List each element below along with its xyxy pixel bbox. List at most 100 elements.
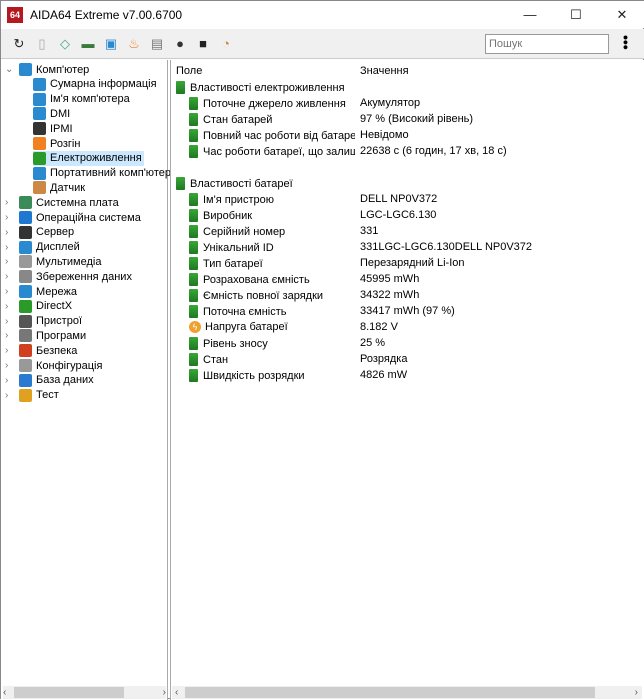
tree-group-10[interactable]: › Безпека — [5, 343, 77, 358]
more-menu-button[interactable]: ••• — [618, 35, 634, 50]
tree-item-7[interactable]: Датчик — [33, 180, 87, 195]
chevron-right-icon[interactable]: › — [5, 390, 15, 401]
chevron-right-icon[interactable]: › — [5, 330, 15, 341]
tree-item-label: Пристрої — [36, 315, 82, 328]
refresh-icon[interactable]: ↻ — [9, 34, 29, 54]
network-icon[interactable]: ▣ — [101, 34, 121, 54]
tree-group-4[interactable]: › Мультимедіа — [5, 254, 101, 269]
tree-group-3[interactable]: › Дисплей — [5, 240, 80, 255]
tree-item-computer[interactable]: ⌄ Комп'ютер — [5, 62, 89, 77]
field-name: Напруга батареї — [205, 321, 288, 333]
battery-icon — [189, 257, 198, 270]
column-header-field[interactable]: Поле — [176, 65, 202, 81]
column-header-value[interactable]: Значення — [360, 65, 409, 81]
tree-item-label: База даних — [36, 374, 94, 387]
tree-horizontal-scrollbar[interactable]: ‹ › — [3, 686, 166, 699]
chevron-down-icon[interactable]: ⌄ — [5, 64, 15, 75]
tree-item-4[interactable]: Розгін — [33, 136, 82, 151]
item-icon — [33, 122, 46, 136]
table-row[interactable]: Швидкість розрядки 4826 mW — [171, 369, 641, 385]
tree-group-13[interactable]: › Тест — [5, 388, 59, 403]
clipboard-icon[interactable]: ▤ — [147, 34, 167, 54]
field-value: 331 — [360, 225, 379, 237]
battery-icon — [189, 225, 198, 238]
tree-group-2[interactable]: › Сервер — [5, 225, 74, 240]
table-row[interactable]: Поточне джерело живлення Акумулятор — [171, 97, 641, 113]
battery-icon — [189, 193, 198, 206]
table-row[interactable]: Серійний номер 331 — [171, 225, 641, 241]
tree-group-1[interactable]: › Операційна система — [5, 210, 141, 225]
table-row[interactable]: Тип батареї Перезарядний Li-Ion — [171, 257, 641, 273]
chevron-right-icon[interactable]: › — [5, 301, 15, 312]
motherboard-icon[interactable]: ◇ — [55, 34, 75, 54]
minimize-button[interactable]: — — [507, 1, 553, 28]
tree-item-2[interactable]: DMI — [33, 106, 72, 121]
table-row[interactable]: ϟ Напруга батареї 8.182 V — [171, 321, 641, 337]
battery-icon — [189, 337, 198, 350]
tree-group-11[interactable]: › Конфігурація — [5, 358, 102, 373]
table-row[interactable]: Унікальний ID 331LGC-LGC6.130DELL NP0V372 — [171, 241, 641, 257]
tree-group-7[interactable]: › DirectX — [5, 299, 72, 314]
table-row[interactable]: Рівень зносу 25 % — [171, 337, 641, 353]
table-row[interactable]: Ємність повної зарядки 34322 mWh — [171, 289, 641, 305]
chevron-right-icon[interactable]: › — [5, 212, 15, 223]
chevron-right-icon[interactable]: › — [5, 360, 15, 371]
close-button[interactable]: ✕ — [599, 1, 644, 28]
tree-group-5[interactable]: › Збереження даних — [5, 269, 132, 284]
table-row[interactable]: Виробник LGC-LGC6.130 — [171, 209, 641, 225]
chevron-right-icon[interactable]: › — [5, 256, 15, 267]
field-value: 331LGC-LGC6.130DELL NP0V372 — [360, 241, 533, 253]
maximize-button[interactable]: ☐ — [553, 1, 599, 28]
table-row[interactable]: Час роботи батареї, що залиш... 22638 с (… — [171, 145, 641, 161]
tree-item-5[interactable]: Електроживлення — [33, 150, 144, 166]
chevron-right-icon[interactable]: › — [5, 316, 15, 327]
group-icon — [19, 196, 32, 210]
tree-item-1[interactable]: Ім'я комп'ютера — [33, 92, 132, 107]
report-icon[interactable]: ▯ — [32, 34, 52, 54]
tree-item-label: Датчик — [50, 181, 86, 194]
tree-item-label: Портативний комп'ютер — [50, 167, 171, 180]
tree-item-0[interactable]: Сумарна інформація — [33, 77, 159, 92]
osd-icon[interactable]: ■ — [193, 34, 213, 54]
field-value: 22638 с (6 годин, 17 хв, 18 с) — [360, 145, 507, 157]
tree-group-8[interactable]: › Пристрої — [5, 314, 82, 329]
tree-item-3[interactable]: IPMI — [33, 121, 75, 136]
tree-item-6[interactable]: Портативний комп'ютер — [33, 166, 173, 181]
field-value: Розрядка — [360, 353, 408, 365]
tree-group-0[interactable]: › Системна плата — [5, 195, 119, 210]
chevron-right-icon[interactable]: › — [5, 271, 15, 282]
gauge-icon[interactable]: ◔ — [216, 34, 236, 54]
section-title: Властивості електроживлення — [190, 81, 345, 94]
table-row[interactable]: Повний час роботи від батареї Невідомо — [171, 129, 641, 145]
window-title: AIDA64 Extreme v7.00.6700 — [30, 7, 183, 22]
battery-icon — [189, 273, 198, 286]
chevron-right-icon[interactable]: › — [5, 227, 15, 238]
search-input[interactable] — [485, 34, 609, 54]
tree-group-6[interactable]: › Мережа — [5, 284, 77, 299]
flame-icon[interactable]: ♨ — [124, 34, 144, 54]
group-icon — [19, 388, 32, 402]
table-row[interactable]: Стан Розрядка — [171, 353, 641, 369]
field-name: Ім'я пристрою — [203, 193, 274, 206]
table-row[interactable]: Ім'я пристрою DELL NP0V372 — [171, 193, 641, 209]
section-header[interactable]: Властивості батареї — [171, 177, 641, 193]
chevron-right-icon[interactable]: › — [5, 242, 15, 253]
chevron-right-icon[interactable]: › — [5, 375, 15, 386]
tree-group-12[interactable]: › База даних — [5, 373, 94, 388]
tree-group-9[interactable]: › Програми — [5, 328, 86, 343]
section-header[interactable]: Властивості електроживлення — [171, 81, 641, 97]
table-row[interactable]: Розрахована ємність 45995 mWh — [171, 273, 641, 289]
table-row[interactable]: Поточна ємність 33417 mWh (97 %) — [171, 305, 641, 321]
field-value: 8.182 V — [360, 321, 398, 333]
chevron-right-icon[interactable]: › — [5, 286, 15, 297]
table-horizontal-scrollbar[interactable]: ‹ › — [172, 686, 642, 699]
battery-icon — [189, 129, 198, 142]
chevron-right-icon[interactable]: › — [5, 197, 15, 208]
memory-icon[interactable]: ▬ — [78, 34, 98, 54]
group-icon — [19, 211, 32, 224]
chevron-right-icon[interactable]: › — [5, 345, 15, 356]
item-icon — [33, 77, 46, 91]
user-icon[interactable]: ● — [170, 34, 190, 54]
table-row[interactable]: Стан батарей 97 % (Високий рівень) — [171, 113, 641, 129]
battery-icon — [176, 81, 185, 94]
